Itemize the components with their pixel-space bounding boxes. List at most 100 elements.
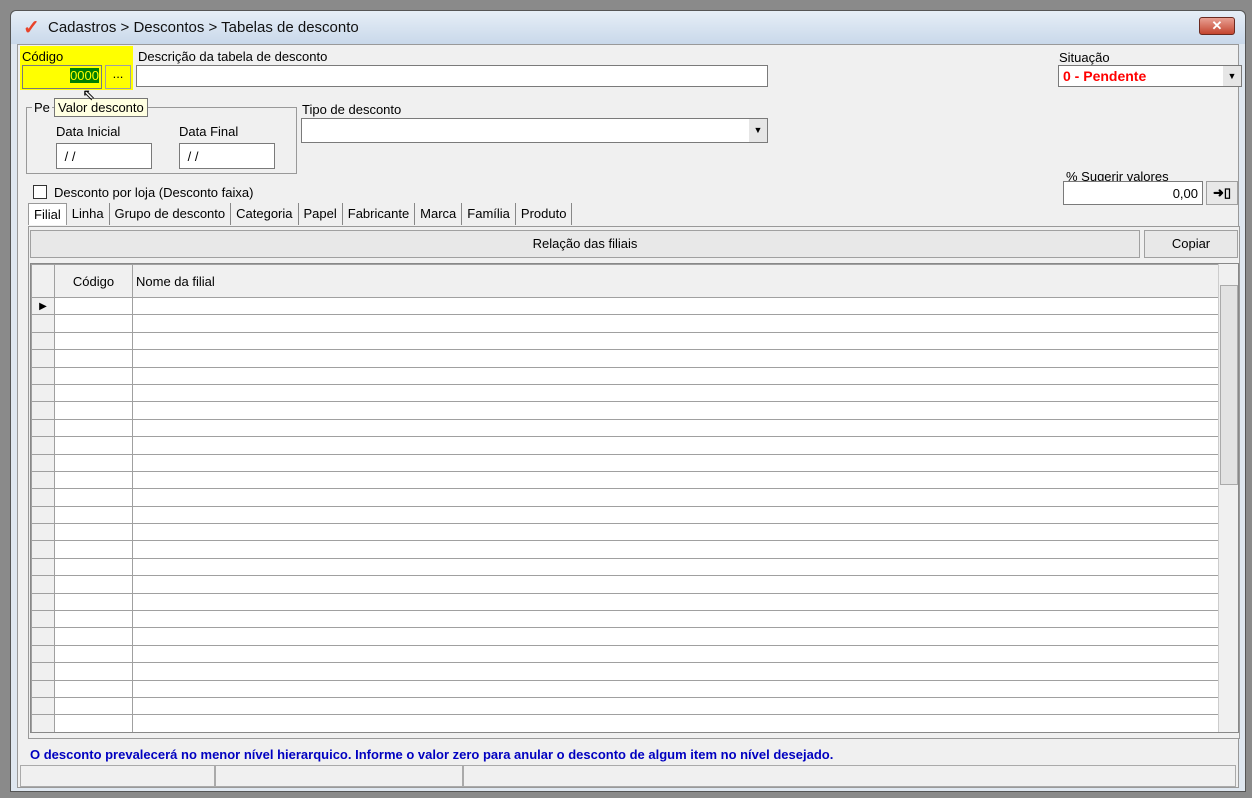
data-final-input[interactable] [179, 143, 275, 169]
table-cell[interactable] [31, 331, 55, 351]
table-cell[interactable] [31, 349, 55, 368]
table-row[interactable] [31, 540, 1219, 559]
table-cell[interactable]: ▶ [31, 296, 55, 316]
table-cell[interactable] [31, 644, 55, 664]
table-cell[interactable] [132, 644, 1219, 664]
table-row[interactable] [31, 523, 1219, 542]
table-cell[interactable] [31, 627, 55, 646]
table-cell[interactable] [31, 505, 55, 525]
column-header-codigo[interactable]: Código [54, 264, 133, 298]
table-cell[interactable] [132, 349, 1219, 368]
table-cell[interactable] [132, 592, 1219, 612]
table-cell[interactable] [31, 679, 55, 698]
table-cell[interactable] [54, 349, 133, 368]
copiar-button[interactable]: Copiar [1144, 230, 1238, 258]
table-cell[interactable] [54, 714, 133, 732]
table-cell[interactable] [132, 575, 1219, 594]
table-row[interactable] [31, 401, 1219, 420]
table-cell[interactable] [31, 436, 55, 455]
vertical-scrollbar[interactable] [1218, 264, 1238, 732]
table-cell[interactable] [132, 314, 1219, 333]
table-row[interactable] [31, 470, 1219, 490]
table-row[interactable] [31, 610, 1219, 629]
table-row[interactable] [31, 662, 1219, 681]
table-cell[interactable] [132, 418, 1219, 438]
table-row[interactable] [31, 488, 1219, 507]
table-cell[interactable] [54, 366, 133, 385]
table-cell[interactable] [54, 296, 133, 316]
table-cell[interactable] [31, 523, 55, 542]
table-row[interactable] [31, 557, 1219, 577]
tab-fabricante[interactable]: Fabricante [343, 203, 416, 225]
table-cell[interactable] [54, 523, 133, 542]
table-cell[interactable] [54, 644, 133, 664]
table-cell[interactable] [132, 610, 1219, 629]
column-header-nome[interactable]: Nome da filial [132, 264, 1219, 298]
data-inicial-input[interactable] [56, 143, 152, 169]
table-cell[interactable] [31, 488, 55, 507]
table-cell[interactable] [132, 662, 1219, 681]
table-cell[interactable] [31, 383, 55, 403]
table-cell[interactable] [54, 610, 133, 629]
table-cell[interactable] [31, 401, 55, 420]
tipo-select[interactable]: ▼ [301, 118, 768, 143]
table-cell[interactable] [54, 401, 133, 420]
tab-grupo-desconto[interactable]: Grupo de desconto [110, 203, 232, 225]
scrollbar-thumb[interactable] [1220, 285, 1238, 485]
table-cell[interactable] [54, 436, 133, 455]
table-cell[interactable] [54, 488, 133, 507]
table-row[interactable] [31, 314, 1219, 333]
table-cell[interactable] [31, 540, 55, 559]
table-cell[interactable] [54, 470, 133, 490]
table-row[interactable] [31, 505, 1219, 525]
table-row[interactable] [31, 575, 1219, 594]
table-cell[interactable] [31, 453, 55, 472]
table-row[interactable] [31, 644, 1219, 664]
table-cell[interactable] [132, 540, 1219, 559]
table-cell[interactable] [54, 505, 133, 525]
table-row[interactable] [31, 418, 1219, 438]
table-cell[interactable] [31, 366, 55, 385]
tab-papel[interactable]: Papel [299, 203, 343, 225]
table-row[interactable] [31, 383, 1219, 403]
table-cell[interactable] [54, 314, 133, 333]
table-row[interactable] [31, 453, 1219, 472]
table-cell[interactable] [54, 696, 133, 716]
table-row[interactable]: ▶ [31, 296, 1219, 316]
table-cell[interactable] [132, 383, 1219, 403]
table-cell[interactable] [31, 696, 55, 716]
table-cell[interactable] [31, 314, 55, 333]
table-cell[interactable] [132, 523, 1219, 542]
table-cell[interactable] [132, 401, 1219, 420]
desconto-loja-checkbox[interactable] [33, 185, 47, 199]
table-cell[interactable] [54, 575, 133, 594]
table-cell[interactable] [54, 679, 133, 698]
sugerir-input[interactable] [1063, 181, 1203, 205]
table-cell[interactable] [31, 592, 55, 612]
tab-familia[interactable]: Família [462, 203, 516, 225]
table-cell[interactable] [54, 627, 133, 646]
table-row[interactable] [31, 696, 1219, 716]
table-row[interactable] [31, 436, 1219, 455]
table-cell[interactable] [132, 627, 1219, 646]
table-cell[interactable] [132, 696, 1219, 716]
table-cell[interactable] [132, 453, 1219, 472]
table-cell[interactable] [54, 540, 133, 559]
table-cell[interactable] [31, 575, 55, 594]
table-cell[interactable] [132, 470, 1219, 490]
table-cell[interactable] [31, 418, 55, 438]
descricao-input[interactable] [136, 65, 768, 87]
table-cell[interactable] [54, 662, 133, 681]
table-row[interactable] [31, 349, 1219, 368]
table-cell[interactable] [54, 418, 133, 438]
table-cell[interactable] [31, 662, 55, 681]
table-cell[interactable] [132, 366, 1219, 385]
table-cell[interactable] [132, 557, 1219, 577]
table-row[interactable] [31, 366, 1219, 385]
table-cell[interactable] [31, 470, 55, 490]
table-row[interactable] [31, 592, 1219, 612]
table-cell[interactable] [132, 679, 1219, 698]
table-cell[interactable] [54, 453, 133, 472]
table-row[interactable] [31, 627, 1219, 646]
table-cell[interactable] [54, 557, 133, 577]
